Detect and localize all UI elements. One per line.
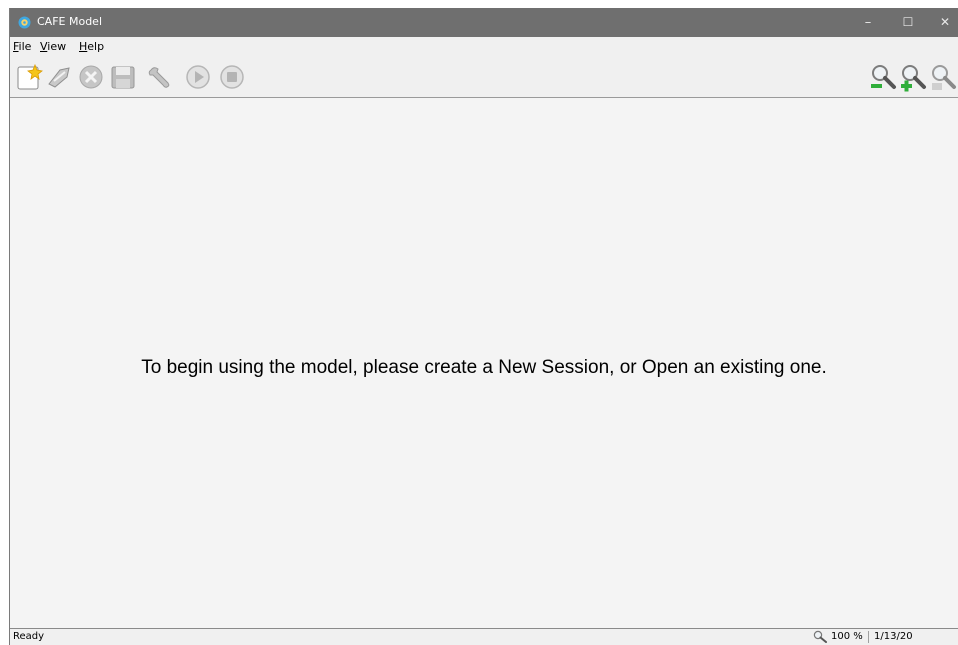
settings-wrench-icon — [148, 67, 170, 88]
new-session-icon — [17, 63, 43, 90]
save-button[interactable] — [108, 62, 138, 92]
status-zoom-level: 100 % — [831, 631, 863, 642]
status-zoom-icon — [813, 630, 827, 643]
close-session-icon — [79, 65, 103, 89]
menu-view[interactable]: View — [40, 40, 66, 53]
welcome-message: To begin using the model, please create … — [141, 357, 827, 378]
title-bar[interactable]: CAFE Model – ☐ ✕ — [10, 8, 958, 37]
close-window-button[interactable]: ✕ — [922, 8, 958, 37]
zoom-in-icon — [901, 65, 926, 92]
toolbar — [10, 57, 958, 98]
zoom-out-button[interactable] — [868, 62, 898, 92]
open-session-icon — [48, 67, 70, 88]
menu-view-label: iew — [47, 40, 67, 53]
menu-file-label: ile — [18, 40, 32, 53]
menu-help-label: elp — [87, 40, 105, 53]
menu-help[interactable]: Help — [79, 40, 104, 53]
status-timestamp: 1/13/20 17:54:14 — [874, 631, 913, 642]
open-session-button[interactable] — [45, 62, 75, 92]
main-content: To begin using the model, please create … — [10, 98, 958, 629]
stop-button[interactable] — [217, 62, 247, 92]
new-session-button[interactable] — [14, 62, 44, 92]
status-bar: Ready 100 % 1/13/20 17:54:14 — [10, 629, 958, 645]
app-gear-icon — [18, 16, 31, 29]
menu-bar: File View Help — [10, 37, 958, 56]
run-button[interactable] — [183, 62, 213, 92]
menu-file[interactable]: File — [13, 40, 31, 53]
zoom-out-icon — [871, 65, 896, 89]
window-title: CAFE Model — [37, 15, 103, 28]
zoom-reset-button[interactable] — [928, 62, 958, 92]
close-session-button[interactable] — [76, 62, 106, 92]
app-window: CAFE Model – ☐ ✕ File View Help To begin… — [9, 8, 958, 645]
zoom-in-button[interactable] — [898, 62, 928, 92]
status-ready: Ready — [13, 631, 45, 642]
status-divider — [868, 631, 869, 643]
settings-button[interactable] — [145, 62, 175, 92]
run-play-icon — [186, 65, 210, 89]
zoom-reset-icon — [932, 65, 956, 90]
save-icon — [111, 66, 135, 89]
stop-icon — [220, 65, 244, 89]
